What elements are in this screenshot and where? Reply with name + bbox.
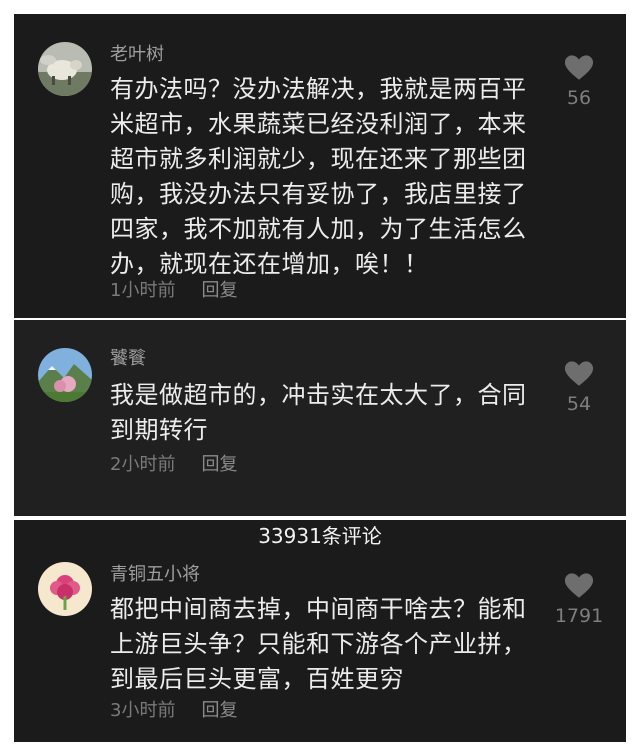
comment-text: 都把中间商去掉，中间商干啥去？能和上游巨头争？只能和下游各个产业拼，到最后巨头更… [110, 595, 527, 693]
heart-icon [564, 573, 594, 598]
comment-meta: 2小时前 回复 [110, 454, 237, 476]
reply-button[interactable]: 回复 [201, 700, 237, 721]
comment-meta: 3小时前 回复 [110, 700, 237, 722]
comment-text: 有办法吗？没办法解决，我就是两百平米超市，水果蔬菜已经没利润了，本来超市就多利润… [110, 75, 527, 278]
comments-count-header: 33931条评论 [258, 524, 382, 548]
comment-username[interactable]: 青铜五小将 [110, 564, 200, 586]
screenshot-frame: 老叶树 有办法吗？没办法解决，我就是两百平米超市，水果蔬菜已经没利润了，本来超市… [0, 0, 640, 756]
landscape-avatar-icon[interactable] [38, 348, 92, 402]
flower-avatar-icon[interactable] [38, 562, 92, 616]
like-button[interactable]: 54 [544, 360, 614, 415]
like-count: 54 [566, 393, 592, 415]
like-count: 1791 [554, 605, 604, 627]
heart-icon [564, 55, 594, 80]
sheep-avatar-icon[interactable] [38, 42, 92, 96]
reply-button[interactable]: 回复 [201, 454, 237, 475]
like-button[interactable]: 1791 [544, 572, 614, 627]
like-count: 56 [566, 87, 592, 109]
comment-username[interactable]: 老叶树 [110, 44, 164, 66]
comment-item: 老叶树 有办法吗？没办法解决，我就是两百平米超市，水果蔬菜已经没利润了，本来超市… [14, 14, 626, 318]
heart-icon [564, 361, 594, 386]
comment-item: 饕餮 我是做超市的，冲击实在太大了，合同到期转行 2小时前 回复 54 [14, 320, 626, 516]
reply-button[interactable]: 回复 [201, 280, 237, 301]
comment-meta: 1小时前 回复 [110, 280, 237, 302]
comment-username[interactable]: 饕餮 [110, 348, 146, 370]
comment-time: 3小时前 [110, 700, 176, 721]
comment-item: 33931条评论 青铜五小将 都把中间商去掉，中间商干啥去？能和上游巨头争？只能… [14, 520, 626, 742]
comment-text: 我是做超市的，冲击实在太大了，合同到期转行 [110, 381, 527, 444]
like-button[interactable]: 56 [544, 54, 614, 109]
comment-time: 2小时前 [110, 454, 176, 475]
comment-time: 1小时前 [110, 280, 176, 301]
